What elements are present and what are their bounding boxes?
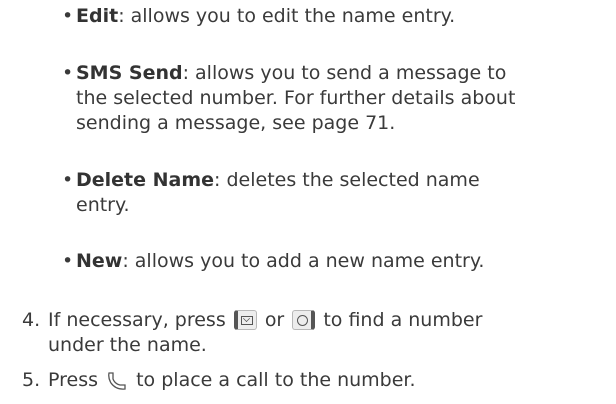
term-delete-name: Delete Name [76, 169, 215, 191]
step-5-number: 5. [22, 369, 41, 391]
contacts-key-icon [292, 310, 316, 330]
term-edit: Edit [76, 5, 119, 27]
message-key-icon [233, 310, 257, 330]
desc-new: : allows you to add a new name entry. [122, 250, 485, 272]
bullet-dot: • [62, 62, 74, 84]
bullet-dot: • [62, 250, 74, 272]
term-new: New [76, 250, 123, 272]
bullet-sms-send: • SMS Send: allows you to send a message … [62, 61, 506, 86]
step-4-line1: If necessary, press or to find a number [48, 308, 482, 333]
call-key-icon [108, 372, 126, 390]
desc-sms-send-line1: : allows you to send a message to [182, 62, 507, 84]
desc-edit: : allows you to edit the name entry. [118, 5, 456, 27]
desc-sms-send-line3: sending a message, see page 71. [76, 112, 396, 134]
step-5-text-b: to place a call to the number. [136, 369, 416, 391]
bullet-dot: • [62, 5, 74, 27]
step-4-text-b: or [264, 309, 285, 331]
bullet-dot: • [62, 169, 74, 191]
manual-page: • Edit: allows you to edit the name entry… [0, 0, 616, 404]
step-5-text-a: Press [48, 369, 99, 391]
bullet-delete-name: • Delete Name: deletes the selected name [62, 168, 480, 193]
desc-delete-name-line1: : deletes the selected name [214, 169, 480, 191]
step-4-text-a: If necessary, press [48, 309, 226, 331]
step-4-line2: under the name. [48, 334, 207, 356]
desc-sms-send-line2: the selected number. For further details… [76, 87, 516, 109]
step-4-text-c: to find a number [323, 309, 483, 331]
desc-delete-name-line2: entry. [76, 194, 130, 216]
bullet-edit: • Edit: allows you to edit the name entry… [62, 4, 455, 29]
step-5-line: Press to place a call to the number. [48, 368, 416, 393]
bullet-new: • New: allows you to add a new name entry… [62, 249, 484, 274]
term-sms-send: SMS Send [76, 62, 183, 84]
step-4-number: 4. [22, 309, 41, 331]
